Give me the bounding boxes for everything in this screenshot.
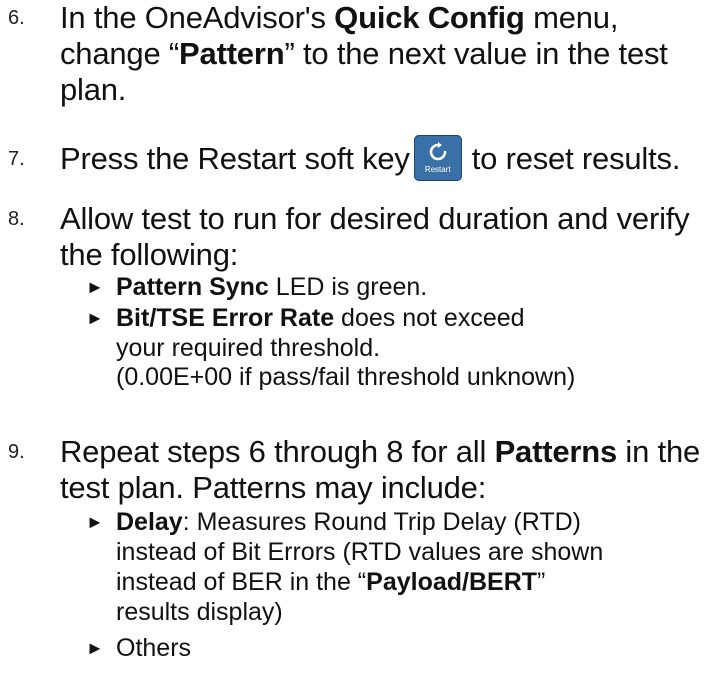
instruction-page: 6. In the OneAdvisor's Quick Config menu…: [0, 0, 724, 687]
step-8-line-1: Allow test to run for desired duration a…: [60, 201, 690, 236]
step-number: 6.: [8, 7, 25, 29]
bullet-others: Others: [116, 634, 192, 662]
restart-key-label: Restart: [424, 165, 451, 174]
step-6-line-1: In the OneAdvisor's Quick Config menu,: [60, 0, 619, 35]
bullet-arrow-icon: ►: [86, 308, 104, 328]
bullet-delay-cont-2: instead of BER in the “Payload/BERT”: [116, 568, 546, 596]
bullet-delay: Delay: Measures Round Trip Delay (RTD): [116, 508, 581, 536]
patterns-term: Patterns: [494, 434, 618, 469]
step-number: 9.: [8, 441, 25, 463]
restart-soft-key[interactable]: Restart: [413, 135, 462, 181]
step-9-line-2: test plan. Patterns may include:: [60, 470, 487, 505]
step-6-line-2: change “Pattern” to the next value in th…: [60, 36, 668, 71]
bullet-delay-cont-3: results display): [116, 598, 283, 626]
step-9-line-1: Repeat steps 6 through 8 for all Pattern…: [60, 434, 701, 469]
bullet-arrow-icon: ►: [86, 277, 104, 297]
quick-config-term: Quick Config: [334, 0, 525, 35]
bullet-error-rate-cont-1: your required threshold.: [116, 334, 381, 362]
bullet-error-rate-cont-2: (0.00E+00 if pass/fail threshold unknown…: [116, 363, 576, 391]
bullet-arrow-icon: ►: [86, 638, 104, 658]
step-7-line: Press the Restart soft key Restart to rese…: [60, 135, 680, 181]
bullet-pattern-sync: Pattern Sync LED is green.: [116, 273, 428, 301]
pattern-term: Pattern: [179, 36, 285, 71]
step-number: 8.: [8, 208, 25, 230]
bullet-error-rate: Bit/TSE Error Rate does not exceed: [116, 304, 525, 332]
step-6-line-3: plan.: [60, 72, 127, 107]
step-8-line-2: the following:: [60, 237, 239, 272]
payload-bert-term: Payload/BERT: [366, 568, 538, 596]
step-number: 7.: [8, 148, 25, 170]
restart-icon: [429, 142, 447, 161]
bullet-arrow-icon: ►: [86, 512, 104, 532]
bullet-delay-cont-1: instead of Bit Errors (RTD values are sh…: [116, 538, 604, 566]
